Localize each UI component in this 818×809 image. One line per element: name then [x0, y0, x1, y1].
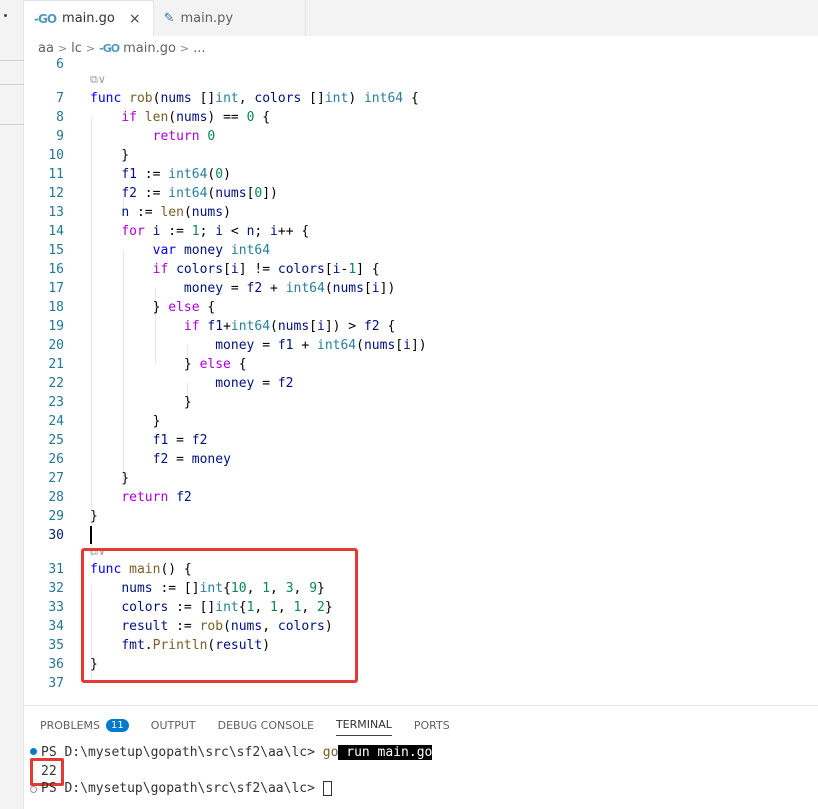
line-number: 12	[48, 186, 64, 201]
line-number: 31	[48, 562, 64, 577]
line-number: 20	[48, 338, 64, 353]
line-number: 28	[48, 490, 64, 505]
line-number: 27	[48, 471, 64, 486]
chevron-right-icon: >	[85, 41, 96, 55]
editor-tabs: -GO main.go × ✎ main.py	[24, 0, 818, 36]
divider	[0, 60, 24, 61]
line-number: 32	[48, 581, 64, 596]
tab-label: PORTS	[413, 718, 450, 732]
line-number: 25	[48, 433, 64, 448]
line-number: 14	[48, 224, 64, 239]
breadcrumb-item[interactable]: lc	[71, 41, 82, 56]
line-number: 36	[48, 657, 64, 672]
tab-label: OUTPUT	[150, 718, 196, 732]
python-file-icon: ✎	[163, 10, 175, 26]
divider	[0, 124, 24, 125]
line-number: 22	[48, 376, 64, 391]
chevron-right-icon: >	[179, 41, 190, 55]
tab-main-py[interactable]: ✎ main.py	[154, 0, 307, 36]
line-number: 21	[48, 357, 64, 372]
line-number: 9	[56, 129, 64, 144]
terminal-command: go	[322, 745, 339, 760]
terminal-line: PS D:\mysetup\gopath\src\sf2\aa\lc>	[41, 779, 332, 798]
line-number: 34	[48, 619, 64, 634]
line-number: 24	[48, 414, 64, 429]
line-number: 33	[48, 600, 64, 615]
terminal-cursor	[322, 781, 332, 796]
line-number: 16	[48, 262, 64, 277]
line-number: 13	[48, 205, 64, 220]
close-icon[interactable]: ×	[129, 11, 141, 27]
tab-main-go[interactable]: -GO main.go ×	[24, 0, 154, 36]
tab-label: PROBLEMS	[40, 718, 101, 732]
codelens[interactable]: ⧉∨	[90, 72, 106, 88]
highlight-box	[81, 548, 358, 683]
go-file-icon: -GO	[99, 41, 120, 55]
line-number: 6	[56, 57, 64, 72]
terminal-line: PS D:\mysetup\gopath\src\sf2\aa\lc> go r…	[41, 743, 433, 762]
problems-count-badge: 11	[106, 718, 129, 732]
line-number: 30	[48, 528, 64, 543]
tab-output[interactable]: OUTPUT	[151, 718, 196, 736]
tab-problems[interactable]: PROBLEMS 11	[40, 718, 129, 736]
tab-terminal[interactable]: TERMINAL	[335, 718, 392, 736]
terminal-prompt: PS D:\mysetup\gopath\src\sf2\aa\lc>	[41, 745, 323, 760]
tab-label: main.py	[180, 10, 234, 26]
panel-tabs: PROBLEMS 11 OUTPUT DEBUG CONSOLE TERMINA…	[40, 718, 450, 736]
breadcrumb-item[interactable]: ...	[193, 41, 205, 56]
line-number: 23	[48, 395, 64, 410]
breadcrumb-item[interactable]: main.go	[123, 41, 176, 56]
breadcrumb-item[interactable]: aa	[38, 41, 54, 56]
tab-label: main.go	[62, 11, 115, 26]
tab-label: DEBUG CONSOLE	[217, 718, 314, 732]
line-number: 15	[48, 243, 64, 258]
line-number: 37	[48, 676, 64, 691]
command-status-dot	[30, 786, 37, 793]
chevron-right-icon: >	[57, 41, 68, 55]
line-number: 26	[48, 452, 64, 467]
command-status-dot	[30, 748, 37, 755]
go-file-icon: -GO	[34, 11, 57, 26]
terminal-command-args: run main.go	[338, 745, 433, 760]
line-number: 11	[48, 167, 64, 182]
tab-ports[interactable]: PORTS	[414, 718, 450, 736]
line-number: 17	[48, 281, 64, 296]
terminal-prompt: PS D:\mysetup\gopath\src\sf2\aa\lc>	[41, 781, 323, 796]
line-number: 35	[48, 638, 64, 653]
line-number: 19	[48, 319, 64, 334]
tab-debug-console[interactable]: DEBUG CONSOLE	[218, 718, 314, 736]
activity-strip	[0, 0, 24, 809]
line-number: 8	[56, 110, 64, 125]
text-cursor	[90, 526, 92, 544]
line-number: 10	[48, 148, 64, 163]
line-number: 7	[56, 91, 64, 106]
more-icon[interactable]	[4, 14, 7, 17]
line-number: 18	[48, 300, 64, 315]
tab-label: TERMINAL	[335, 718, 392, 731]
divider	[0, 84, 24, 85]
line-number: 29	[48, 509, 64, 524]
